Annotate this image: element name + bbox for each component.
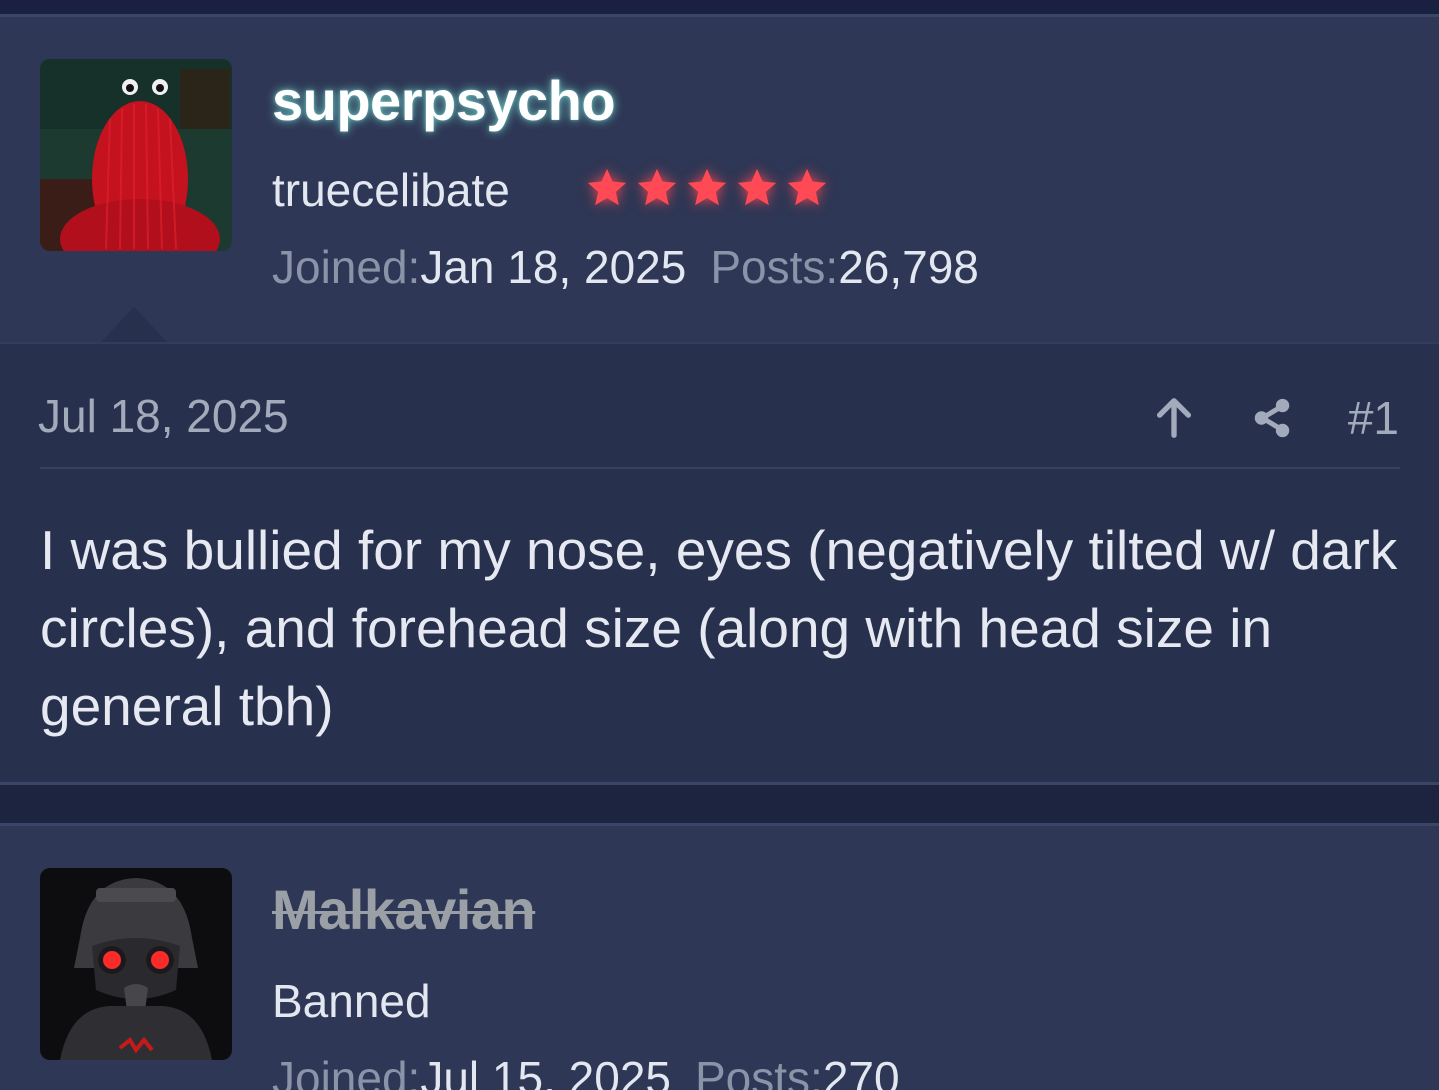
posts-value: 26,798 <box>838 241 979 293</box>
rating-stars <box>584 165 830 211</box>
username[interactable]: Malkavian <box>272 878 536 942</box>
posts-label: Posts: <box>710 241 839 293</box>
joined-label: Joined: <box>272 241 421 293</box>
star-icon <box>637 168 677 206</box>
user-stats: Joined:Jan 18, 2025 Posts:26,798 <box>272 239 979 295</box>
post: superpsycho truecelibate Joined:Jan 18, … <box>0 14 1439 785</box>
post-body: I was bullied for my nose, eyes (negativ… <box>40 519 1398 737</box>
posts-value: 270 <box>822 1052 900 1090</box>
avatar-armored-soldier-image <box>40 868 232 1060</box>
thread-page: superpsycho truecelibate Joined:Jan 18, … <box>0 0 1439 1090</box>
star-icon <box>587 168 627 206</box>
post-actions: #1 <box>1150 390 1399 446</box>
post-number-link[interactable]: #1 <box>1348 390 1399 446</box>
top-band <box>0 0 1439 14</box>
joined-label: Joined: <box>272 1052 421 1090</box>
divider <box>40 467 1400 469</box>
post-date[interactable]: Jul 18, 2025 <box>38 388 289 444</box>
avatar-red-monster-image <box>40 59 232 251</box>
star-icon <box>687 168 727 206</box>
joined-value: Jul 15, 2025 <box>420 1052 671 1090</box>
username[interactable]: superpsycho <box>272 69 616 133</box>
post: Malkavian Banned Joined:Jul 15, 2025 Post… <box>0 823 1439 1090</box>
avatar[interactable] <box>40 868 232 1060</box>
message-block: Jul 18, 2025 #1 I was bullied for my nos… <box>0 342 1439 782</box>
post-user-block: superpsycho truecelibate Joined:Jan 18, … <box>0 17 1439 343</box>
message-pointer <box>100 307 168 343</box>
joined-value: Jan 18, 2025 <box>420 241 687 293</box>
arrow-up-icon[interactable] <box>1150 394 1198 442</box>
post-user-block: Malkavian Banned Joined:Jul 15, 2025 Post… <box>0 826 1439 1090</box>
star-icon <box>787 168 827 206</box>
avatar[interactable] <box>40 59 232 251</box>
user-stats: Joined:Jul 15, 2025 Posts:270 <box>272 1050 900 1090</box>
share-icon[interactable] <box>1248 394 1296 442</box>
star-icon <box>737 168 777 206</box>
post-bottom-border <box>0 782 1439 785</box>
user-title: Banned <box>272 975 431 1027</box>
user-title: truecelibate <box>272 164 510 216</box>
posts-label: Posts: <box>695 1052 823 1090</box>
